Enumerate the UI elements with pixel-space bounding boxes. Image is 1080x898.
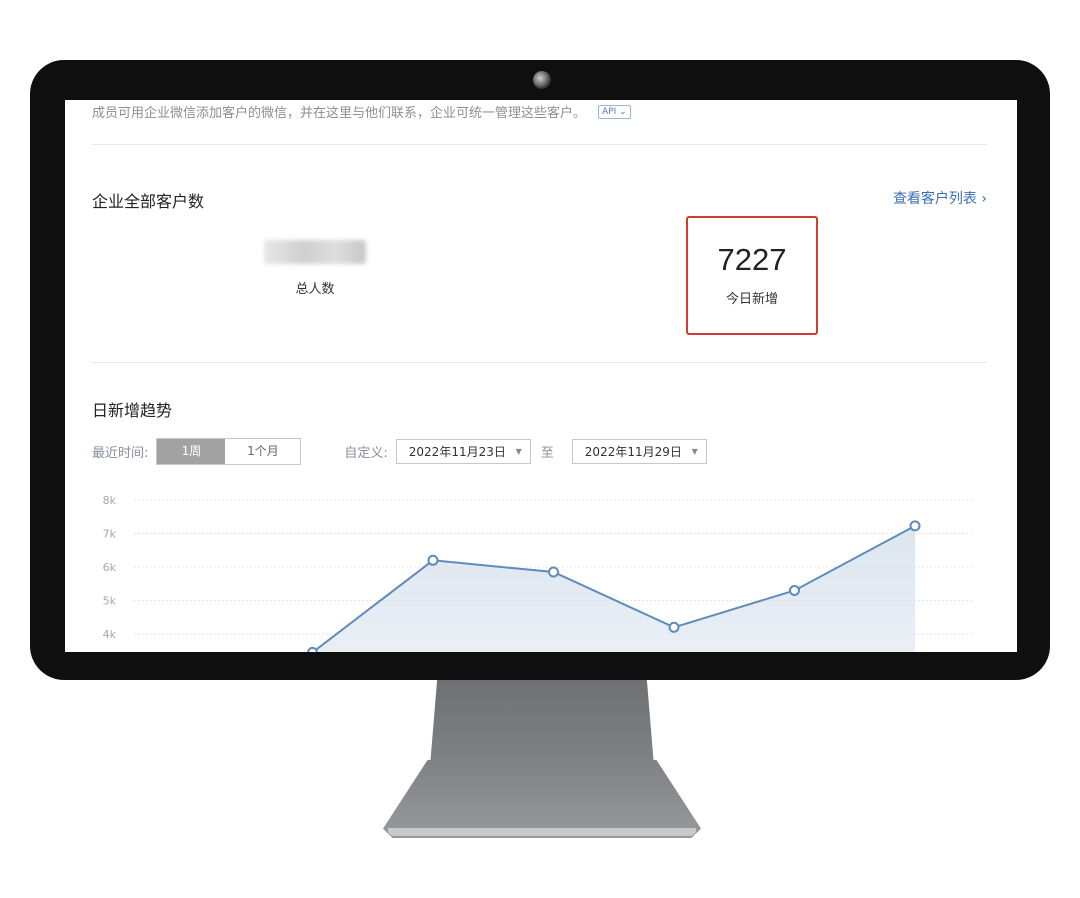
- y-tick-label: 4k: [103, 628, 117, 641]
- data-point[interactable]: [548, 566, 559, 578]
- range-segmented-control: 1周 1个月: [156, 438, 302, 465]
- metric-today-highlight: 7227 今日新增: [686, 216, 818, 335]
- range-1-week-button[interactable]: 1周: [157, 439, 226, 464]
- end-date-value: 2022年11月29日: [584, 445, 682, 459]
- view-customer-list-link[interactable]: 查看客户列表 ›: [893, 188, 987, 208]
- y-tick-label: 6k: [103, 561, 117, 574]
- stand-base-edge: [388, 828, 696, 836]
- intro-text: 成员可用企业微信添加客户的微信，并在这里与他们联系，企业可统一管理这些客户。: [92, 106, 587, 121]
- custom-label: 自定义:: [344, 446, 388, 461]
- divider: [92, 144, 987, 145]
- total-label: 总人数: [295, 282, 335, 297]
- blurred-total-value: [264, 240, 366, 264]
- range-1-month-button[interactable]: 1个月: [225, 439, 301, 464]
- customers-title: 企业全部客户数: [92, 192, 205, 211]
- data-point[interactable]: [789, 584, 800, 596]
- intro-line: 成员可用企业微信添加客户的微信，并在这里与他们联系，企业可统一管理这些客户。 A…: [92, 102, 631, 121]
- today-new-label: 今日新增: [725, 292, 778, 307]
- to-label: 至: [540, 446, 554, 461]
- data-point[interactable]: [909, 520, 921, 532]
- webcam-icon: [533, 71, 551, 89]
- start-date-value: 2022年11月23日: [408, 445, 506, 459]
- data-point[interactable]: [427, 554, 439, 566]
- caret-down-icon: ▼: [515, 447, 522, 456]
- api-dropdown[interactable]: API ⌄: [598, 104, 631, 119]
- caret-down-icon: ▼: [691, 447, 698, 456]
- end-date-select[interactable]: 2022年11月29日 ▼: [571, 439, 707, 464]
- recent-time-label: 最近时间:: [92, 446, 149, 461]
- monitor-bezel: 成员可用企业微信添加客户的微信，并在这里与他们联系，企业可统一管理这些客户。 A…: [30, 60, 1050, 680]
- y-tick-label: 5k: [103, 595, 117, 608]
- series-area: [313, 525, 915, 652]
- y-tick-label: 7k: [103, 528, 117, 541]
- y-tick-label: 8k: [103, 494, 117, 507]
- trend-filter-row: 最近时间: 1周 1个月 自定义: 2022年11月23日 ▼ 至 2022年1…: [92, 438, 707, 465]
- stand-base: [383, 760, 701, 838]
- data-point[interactable]: [668, 621, 680, 633]
- start-date-select[interactable]: 2022年11月23日 ▼: [395, 439, 531, 464]
- data-point[interactable]: [307, 646, 318, 652]
- screen: 成员可用企业微信添加客户的微信，并在这里与他们联系，企业可统一管理这些客户。 A…: [65, 100, 1017, 652]
- divider: [92, 362, 987, 363]
- today-new-value: 7227: [717, 242, 787, 277]
- daily-trend-chart: 8k 7k 6k 5k 4k: [103, 494, 972, 652]
- metric-total: 总人数: [215, 240, 415, 297]
- trend-title: 日新增趋势: [92, 401, 173, 420]
